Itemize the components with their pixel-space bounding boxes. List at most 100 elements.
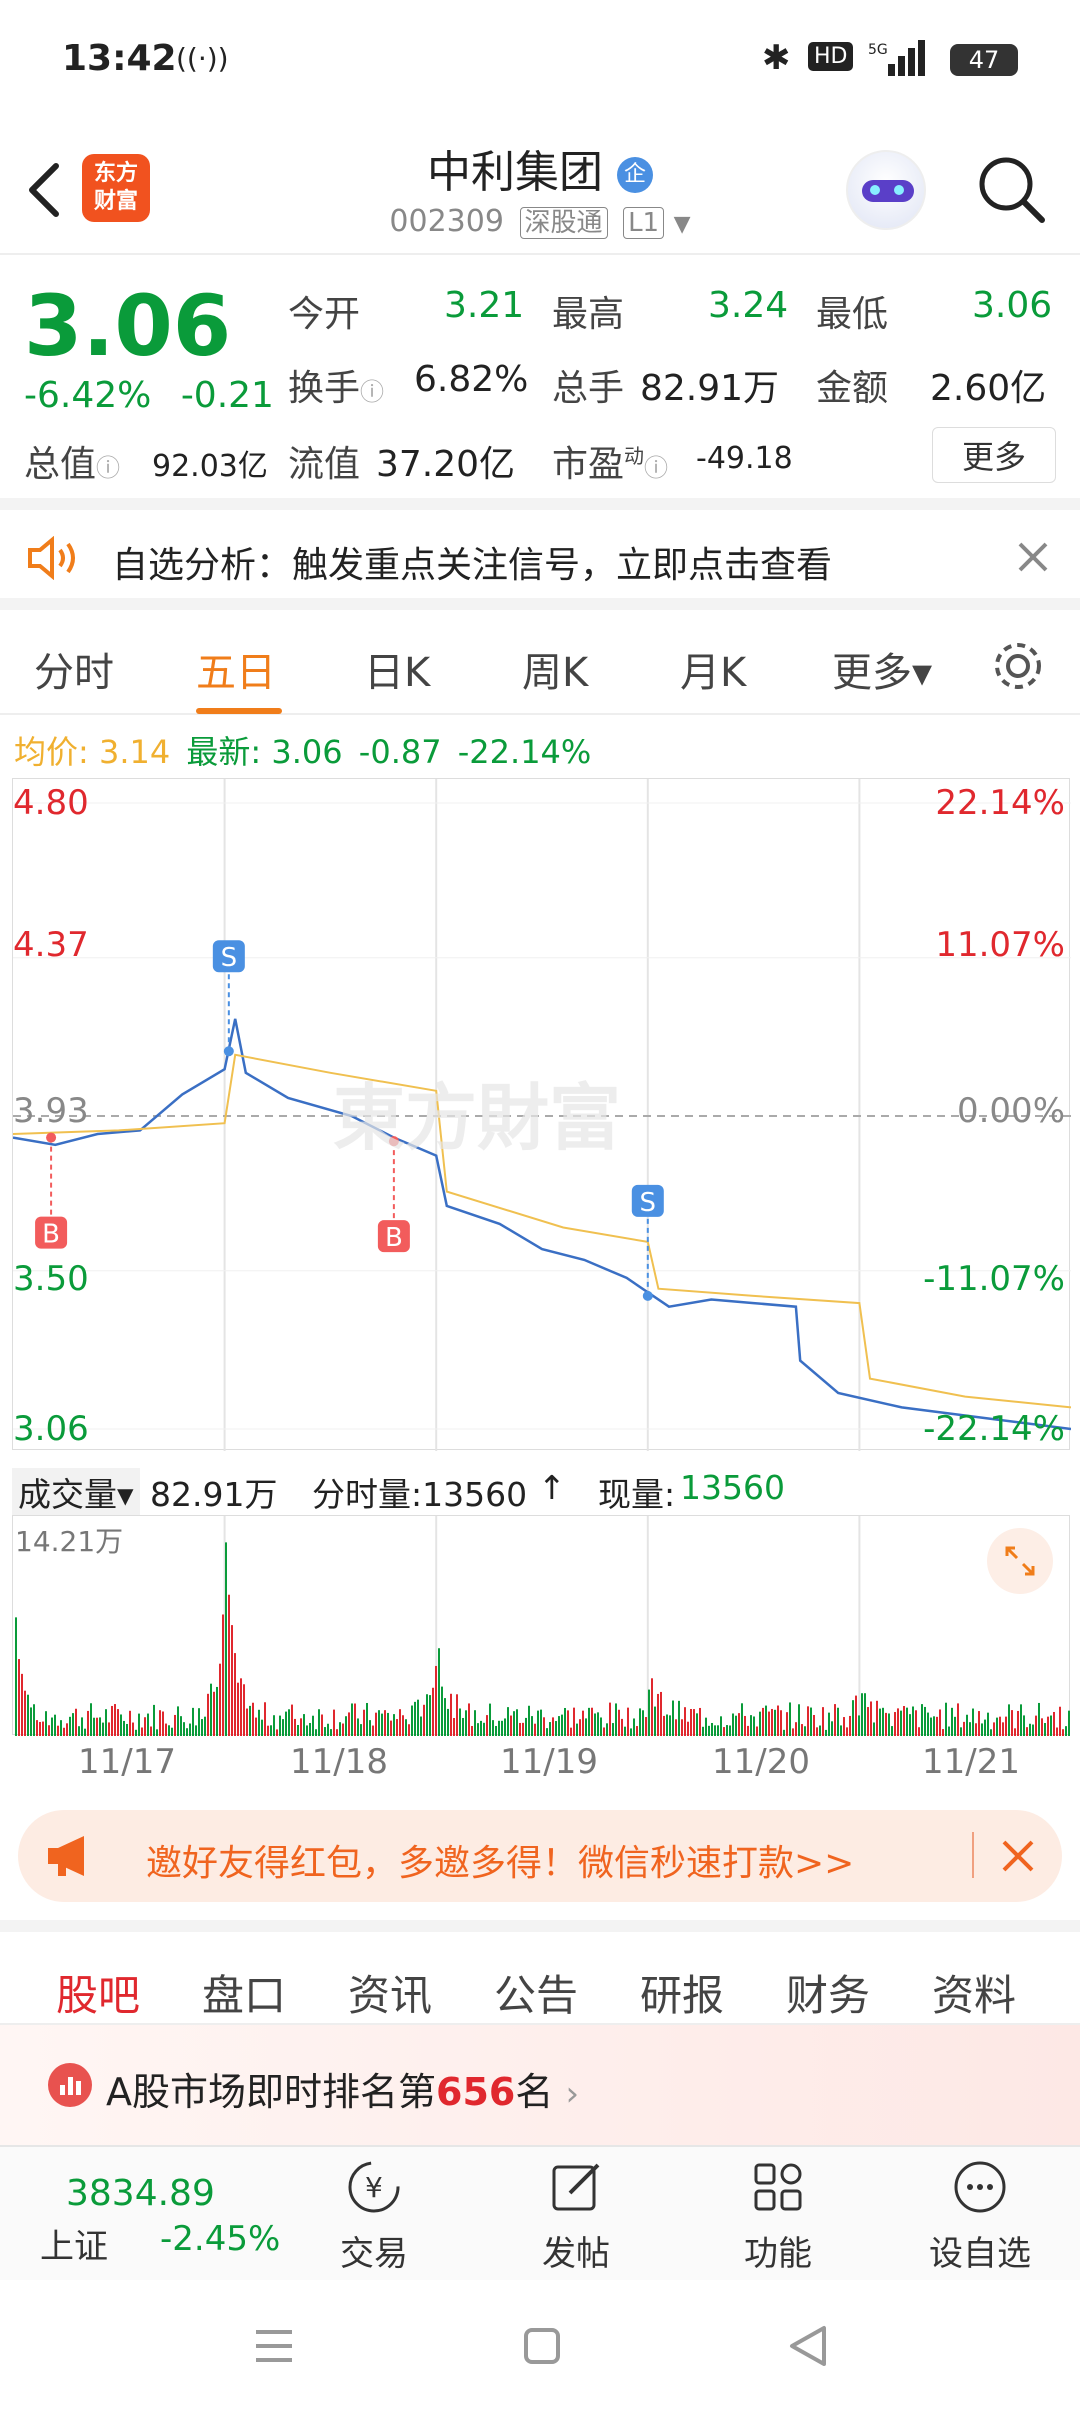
volume-bar: [84, 1728, 86, 1736]
expand-icon[interactable]: [987, 1528, 1053, 1594]
volume-bar: [321, 1714, 323, 1736]
latest-change: -0.87: [358, 733, 442, 771]
promo-banner[interactable]: 邀好友得红包，多邀多得！微信秒速打款>>: [18, 1810, 1062, 1902]
chevron-right-icon: ›: [565, 2074, 580, 2114]
volume-bar: [327, 1723, 329, 1736]
menu-icon[interactable]: [252, 2326, 296, 2366]
volume-bar: [171, 1727, 173, 1736]
volume-bar: [1032, 1724, 1034, 1736]
volume-bar: [1029, 1723, 1031, 1736]
volume-bar: [969, 1722, 971, 1736]
volume-bar: [132, 1722, 134, 1736]
close-icon[interactable]: [1000, 1838, 1036, 1874]
volume-bar: [579, 1719, 581, 1736]
stock-code: 002309: [389, 204, 504, 239]
nav-trade[interactable]: ¥ 交易: [294, 2157, 454, 2275]
open-value: 3.21: [444, 285, 525, 326]
tab-research[interactable]: 研报: [640, 1962, 724, 2023]
tab-weekly-k[interactable]: 周K: [522, 640, 588, 698]
volume-bar: [114, 1704, 116, 1736]
volume-bar: [645, 1717, 647, 1736]
volume-bar: [741, 1703, 743, 1736]
volume-bar: [435, 1665, 437, 1736]
volume-bar: [324, 1727, 326, 1736]
volume-bar: [195, 1725, 197, 1736]
volume-bar: [999, 1716, 1001, 1736]
volume-bar: [273, 1715, 275, 1736]
volume-bar: [141, 1727, 143, 1736]
volume-bar: [312, 1715, 314, 1736]
volume-bar: [243, 1684, 245, 1736]
volume-bar: [546, 1728, 548, 1736]
search-icon[interactable]: [976, 154, 1048, 226]
volume-bar: [540, 1709, 542, 1736]
index-ticker[interactable]: 3834.89 上证 -2.45%: [0, 2147, 280, 2282]
volume-bar: [870, 1701, 872, 1736]
volume-bar: [99, 1717, 101, 1736]
tab-guba[interactable]: 股吧: [56, 1962, 140, 2023]
close-icon[interactable]: [1016, 540, 1050, 574]
volume-bar: [903, 1706, 905, 1736]
notice-bar[interactable]: 自选分析：触发重点关注信号，立即点击查看: [0, 510, 1080, 610]
volume-chart[interactable]: 14.21万: [12, 1515, 1070, 1736]
volume-selector[interactable]: 成交量▾: [12, 1468, 140, 1516]
volume-bar: [711, 1722, 713, 1736]
robot-assistant-icon[interactable]: [846, 150, 926, 230]
battery-level: 47: [968, 46, 1000, 74]
high-label: 最高: [552, 294, 625, 335]
tab-profile[interactable]: 资料: [932, 1962, 1016, 2023]
dropdown-icon: ▼: [673, 212, 691, 237]
volume-bar: [531, 1716, 533, 1736]
volume-bar: [267, 1725, 269, 1736]
settings-gear-icon[interactable]: [990, 638, 1046, 694]
volume-bar: [408, 1724, 410, 1736]
volume-bar: [381, 1713, 383, 1736]
nav-functions[interactable]: 功能: [698, 2157, 858, 2275]
volume-bar: [222, 1614, 224, 1736]
volume-bar: [864, 1693, 866, 1736]
volume-bar: [543, 1717, 545, 1736]
volume-bar: [777, 1705, 779, 1736]
up-arrow-icon: ↑: [538, 1468, 566, 1507]
price-chart[interactable]: B S B S 東方財富 4.80 4.37 3.93 3.50 3.06 22.14…: [12, 778, 1071, 1451]
volume-bar: [504, 1718, 506, 1736]
home-icon[interactable]: [522, 2326, 562, 2366]
market-rank-row[interactable]: A股市场即时排名第656名 ›: [0, 2025, 1080, 2145]
tab-finance[interactable]: 财务: [786, 1962, 870, 2023]
tab-five-day[interactable]: 五日: [196, 640, 276, 698]
volume-bar: [495, 1725, 497, 1736]
tab-handicap[interactable]: 盘口: [202, 1962, 286, 2023]
volume-bar: [837, 1707, 839, 1736]
tab-announcements[interactable]: 公告: [494, 1962, 578, 2023]
tab-daily-k[interactable]: 日K: [364, 640, 430, 698]
volume-bar: [162, 1711, 164, 1736]
volume-bar: [108, 1722, 110, 1736]
volume-bar: [462, 1717, 464, 1736]
nav-add-watchlist[interactable]: 设自选: [900, 2157, 1060, 2275]
tab-news[interactable]: 资讯: [348, 1962, 432, 2023]
tab-monthly-k[interactable]: 月K: [680, 640, 746, 698]
volume-bar: [807, 1706, 809, 1736]
volume-bar: [873, 1722, 875, 1736]
volume-bar: [1005, 1716, 1007, 1736]
more-button[interactable]: 更多: [932, 427, 1056, 483]
volume-bar: [690, 1708, 692, 1736]
volume-bar: [786, 1712, 788, 1736]
volume-bar: [168, 1725, 170, 1736]
current-price: 3.06: [24, 277, 232, 375]
volume-bar: [963, 1721, 965, 1736]
volume-bar: [576, 1723, 578, 1736]
volume-bar: [507, 1707, 509, 1736]
volume-bar: [693, 1709, 695, 1736]
volume-bar: [96, 1717, 98, 1736]
tab-more[interactable]: 更多▾: [832, 640, 932, 698]
volume-bar: [828, 1712, 830, 1736]
nav-post[interactable]: 发帖: [496, 2157, 656, 2275]
volume-bar: [849, 1715, 851, 1736]
volume-bar: [57, 1725, 59, 1736]
pe-value: -49.18: [696, 441, 793, 476]
tab-intraday[interactable]: 分时: [34, 640, 114, 698]
volume-bar: [291, 1704, 293, 1736]
back-triangle-icon[interactable]: [786, 2324, 830, 2368]
volume-bar: [69, 1716, 71, 1736]
